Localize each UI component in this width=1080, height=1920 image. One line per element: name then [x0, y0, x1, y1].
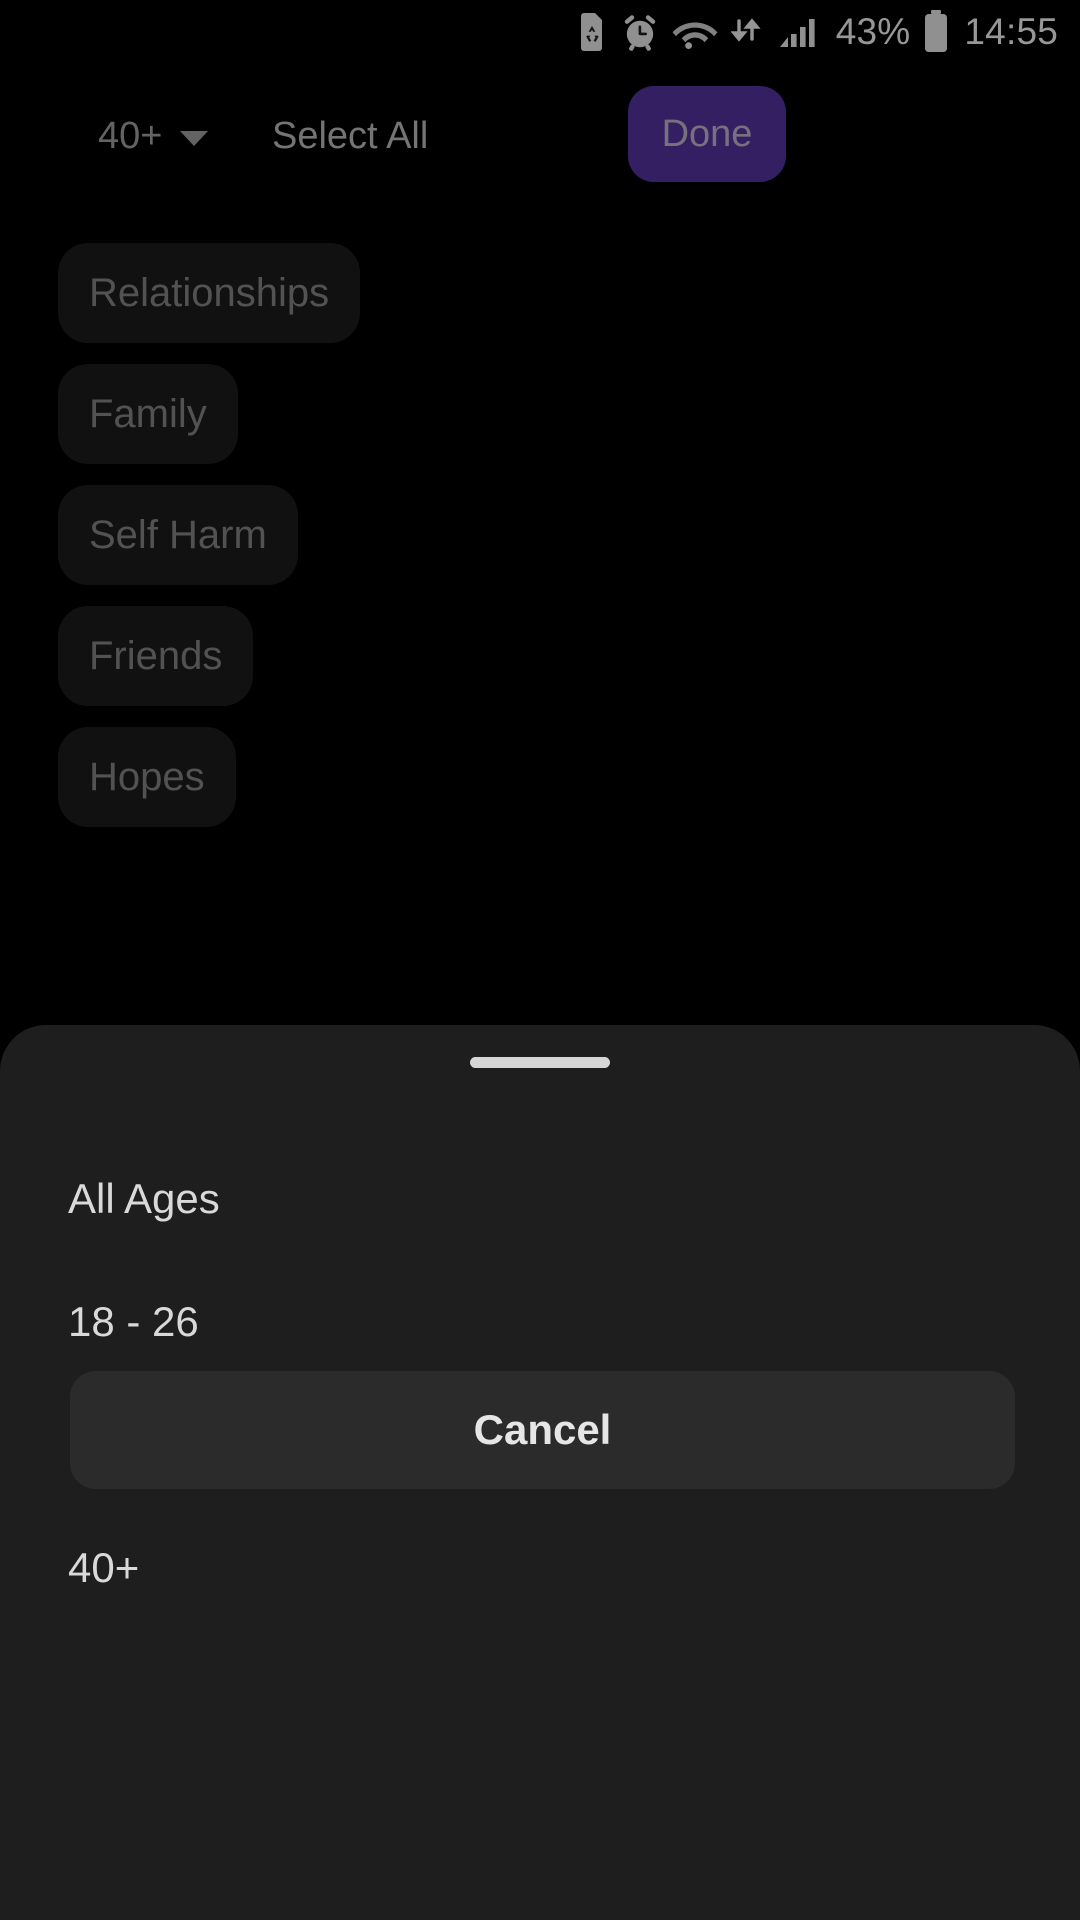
app-screen: 43% 14:55 40+ Select All Done Relationsh… [0, 0, 1080, 1920]
cancel-button[interactable]: Cancel [70, 1371, 1015, 1489]
sheet-drag-handle[interactable] [470, 1057, 610, 1068]
age-option-18-26[interactable]: 18 - 26 [0, 1260, 1080, 1383]
age-option-label: 18 - 26 [68, 1297, 199, 1345]
age-option-40-plus[interactable]: 40+ [0, 1506, 1080, 1629]
age-option-label: 40+ [68, 1543, 140, 1591]
age-option-label: All Ages [68, 1174, 220, 1222]
bottom-sheet-scrim[interactable] [0, 0, 1080, 1025]
age-option-all-ages[interactable]: All Ages [0, 1137, 1080, 1260]
cancel-label: Cancel [473, 1406, 612, 1453]
